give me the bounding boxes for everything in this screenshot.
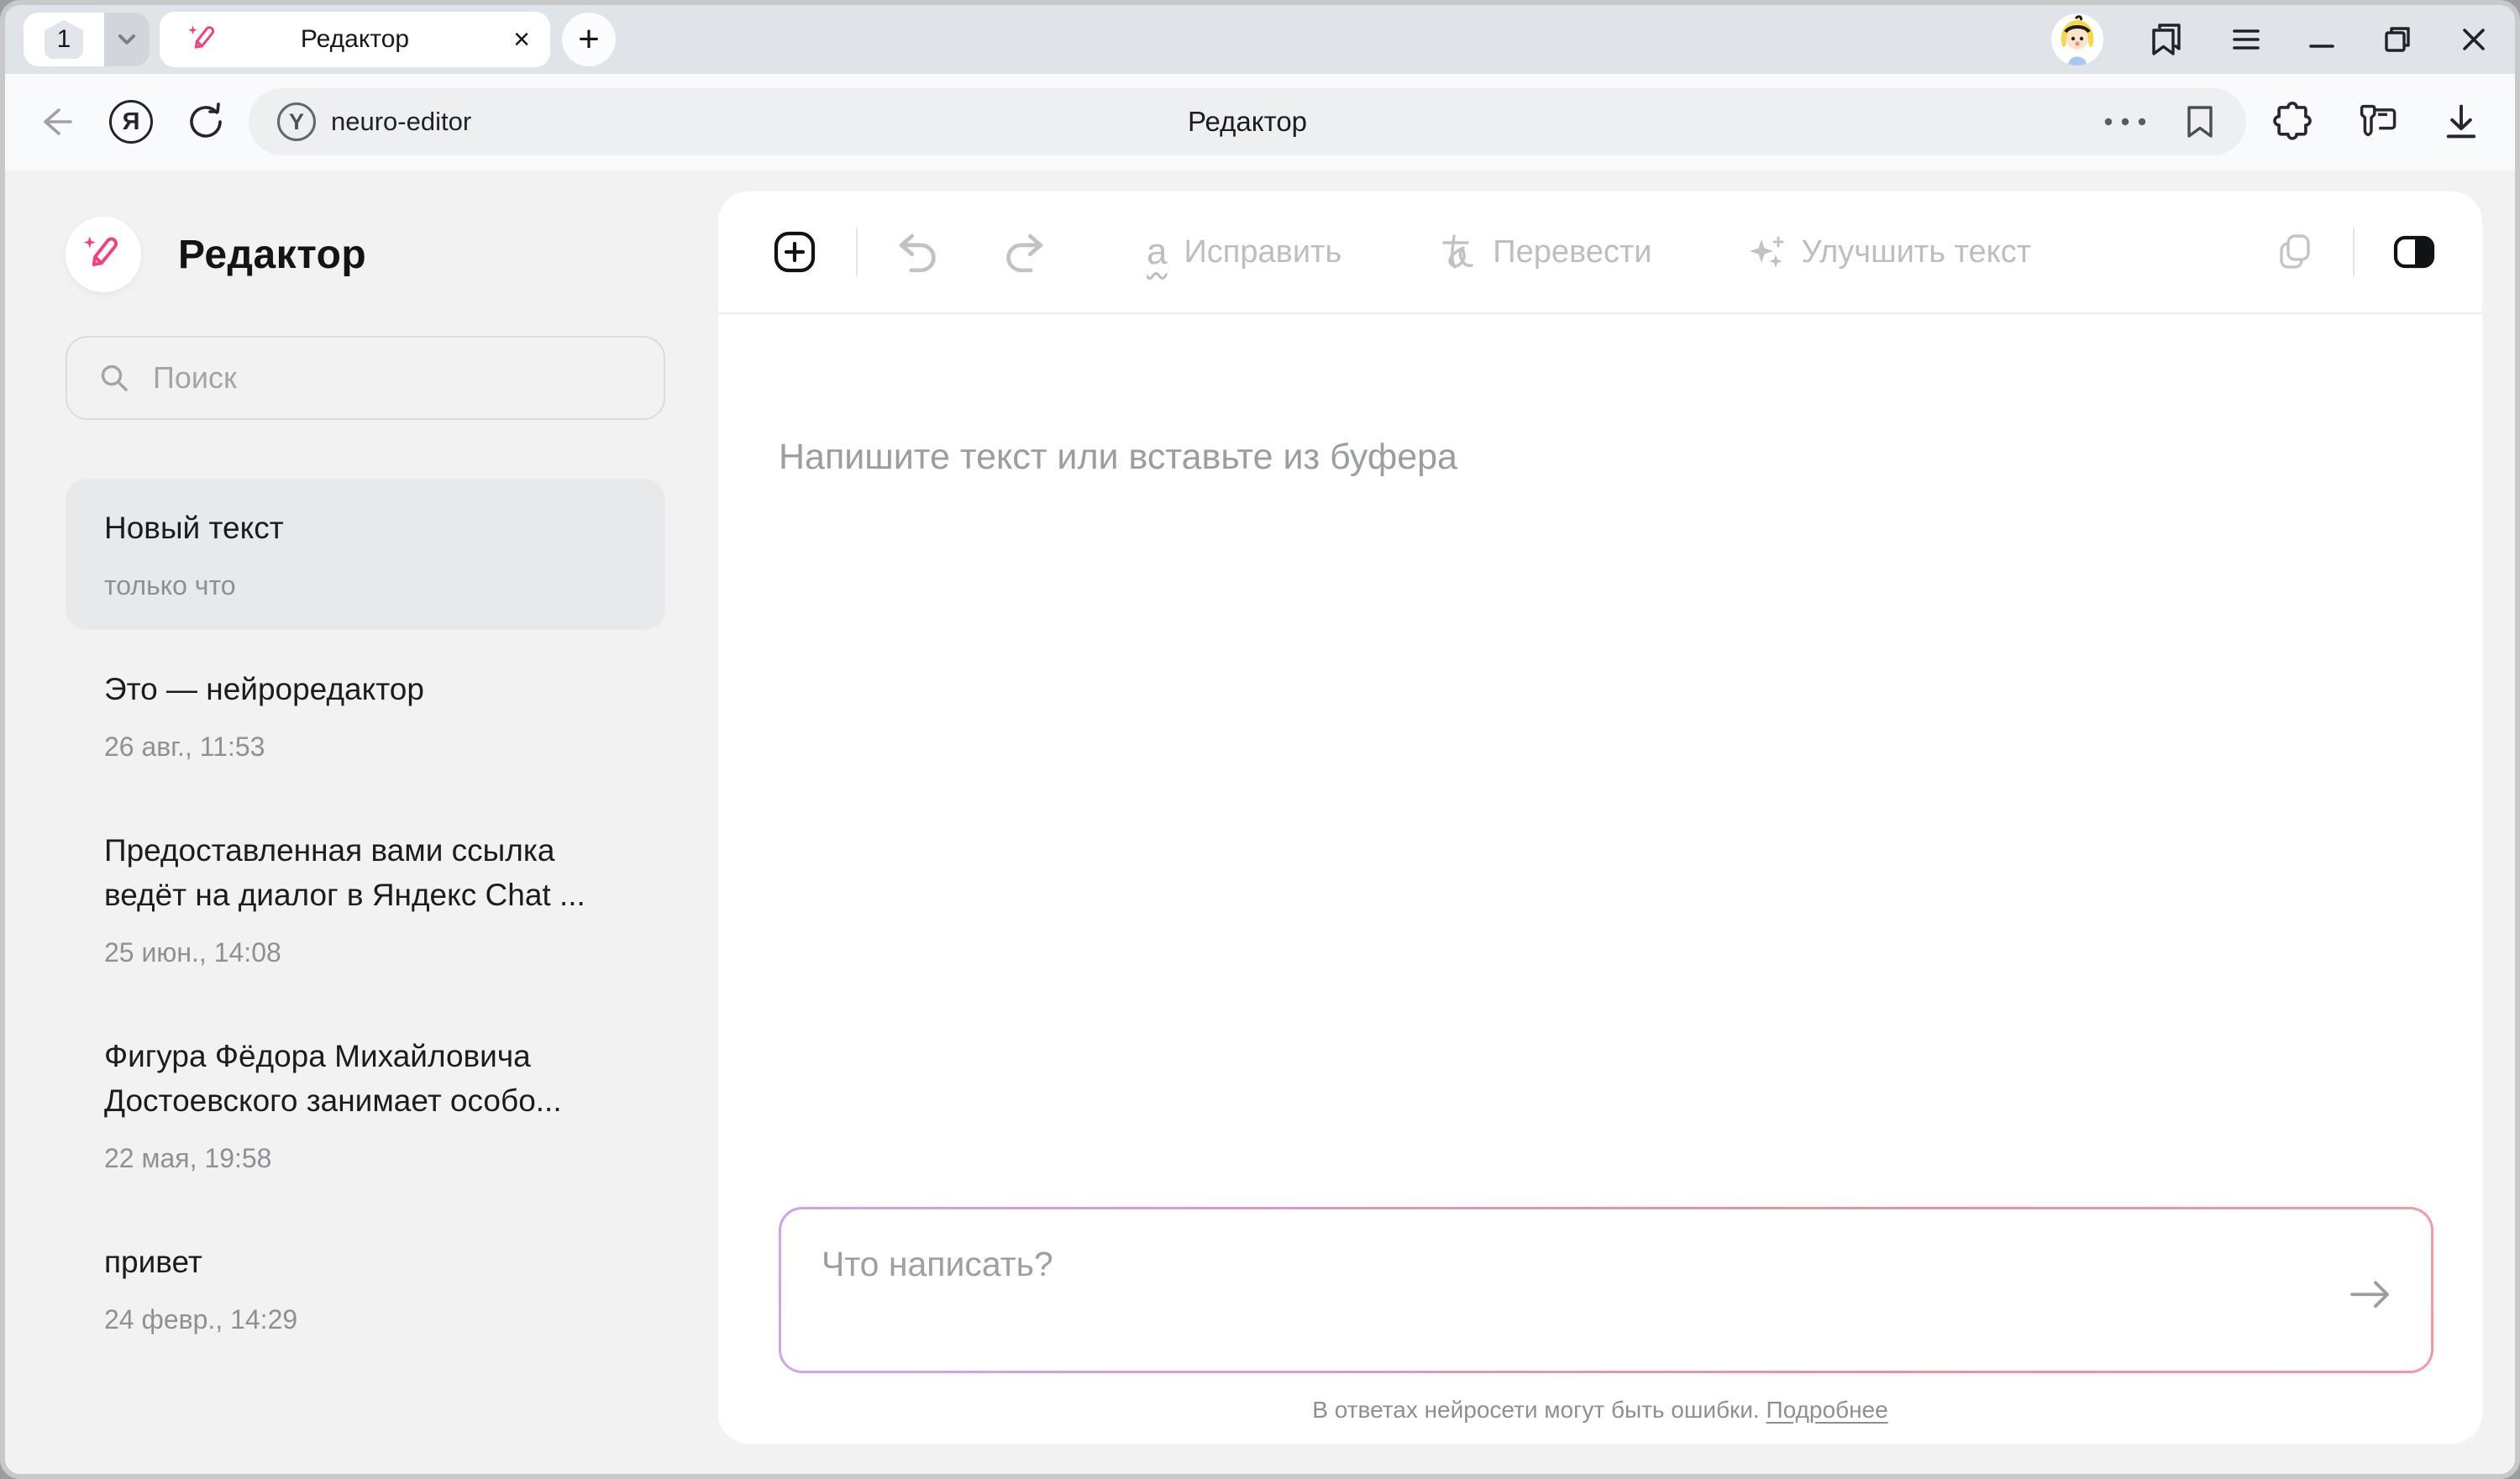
toolbar-divider — [856, 228, 858, 276]
chevron-down-icon — [113, 25, 141, 54]
tab-counter-shield: 1 — [45, 20, 83, 59]
passwords-key-icon[interactable] — [2355, 101, 2399, 143]
app-page: Редактор Новый текст только что Это — не… — [5, 170, 2515, 1474]
search-input[interactable] — [153, 360, 633, 396]
main-area: а Исправить Перевести — [670, 170, 2515, 1474]
doc-meta: только что — [104, 570, 627, 601]
details-link[interactable]: Подробнее — [1766, 1397, 1887, 1423]
app-logo-row: Редактор — [66, 217, 665, 292]
list-item[interactable]: Это — нейроредактор 26 авг., 11:53 — [66, 640, 665, 791]
address-row: Я Y neuro-editor Редактор — [5, 74, 2515, 170]
close-icon[interactable] — [2458, 24, 2490, 55]
editor-placeholder: Напишите текст или вставьте из буфера — [779, 437, 2422, 478]
fix-text-label: Исправить — [1184, 234, 1341, 270]
bookmark-icon[interactable] — [2182, 102, 2218, 141]
prompt-area — [718, 1207, 2482, 1373]
search-icon — [97, 361, 131, 395]
yandex-icon[interactable]: Я — [109, 100, 153, 144]
tab-list-dropdown[interactable] — [104, 13, 150, 66]
improve-text-label: Улучшить текст — [1802, 234, 2032, 270]
browser-tab-editor[interactable]: Редактор × — [160, 12, 550, 67]
address-bar[interactable]: Y neuro-editor Редактор — [249, 88, 2246, 155]
spellcheck-icon: а — [1147, 233, 1167, 270]
improve-text-button[interactable]: Улучшить текст — [1746, 233, 2032, 271]
back-icon[interactable] — [34, 100, 77, 144]
doc-meta: 25 июн., 14:08 — [104, 937, 627, 968]
doc-title: Это — нейроредактор — [104, 667, 627, 711]
window-controls — [2051, 13, 2490, 66]
panel-toggle-icon[interactable] — [2391, 233, 2437, 271]
disclaimer-text: В ответах нейросети могут быть ошибки. — [1312, 1397, 1766, 1423]
minimize-icon[interactable] — [2307, 24, 2337, 55]
reload-icon[interactable] — [185, 101, 227, 143]
translate-button[interactable]: Перевести — [1436, 232, 1651, 272]
list-item[interactable]: привет 24 февр., 14:29 — [66, 1213, 665, 1364]
tab-title: Редактор — [301, 25, 409, 54]
avatar[interactable] — [2051, 13, 2103, 66]
doc-title: привет — [104, 1240, 627, 1284]
send-arrow-icon[interactable] — [2347, 1276, 2394, 1313]
undo-button[interactable] — [895, 229, 940, 275]
document-list: Новый текст только что Это — нейроредакт… — [66, 479, 665, 1364]
doc-title: Фигура Фёдора Михайловича Достоевского з… — [104, 1034, 627, 1123]
ai-disclaimer: В ответах нейросети могут быть ошибки. П… — [718, 1373, 2482, 1444]
url-text: neuro-editor — [331, 107, 471, 137]
tab-counter-button[interactable]: 1 — [24, 13, 104, 66]
extensions-puzzle-icon[interactable] — [2271, 101, 2313, 143]
menu-icon[interactable] — [2229, 23, 2263, 56]
translate-icon — [1436, 232, 1476, 272]
doc-meta: 24 февр., 14:29 — [104, 1304, 627, 1335]
prompt-input[interactable] — [781, 1209, 2431, 1371]
tab-counter-value: 1 — [57, 25, 71, 54]
browser-window: 1 Редактор × + — [0, 0, 2520, 1479]
new-document-button[interactable] — [770, 228, 819, 276]
doc-title: Предоставленная вами ссылка ведёт на диа… — [104, 828, 627, 917]
tab-close-icon[interactable]: × — [513, 25, 530, 54]
page-title: Редактор — [1188, 106, 1307, 138]
bookmarks-panel-icon[interactable] — [2147, 20, 2186, 59]
search-box[interactable] — [66, 336, 665, 420]
browser-actions — [2271, 101, 2481, 143]
restore-icon[interactable] — [2381, 23, 2414, 56]
editor-card: а Исправить Перевести — [718, 191, 2482, 1444]
prompt-box — [779, 1207, 2433, 1373]
site-badge-icon: Y — [277, 102, 316, 141]
editor-surface[interactable]: Напишите текст или вставьте из буфера — [718, 314, 2482, 1207]
magic-pencil-icon — [186, 23, 220, 56]
redo-button[interactable] — [1002, 229, 1047, 275]
sparkles-icon — [1746, 233, 1785, 271]
doc-meta: 26 авг., 11:53 — [104, 732, 627, 763]
app-logo — [66, 217, 141, 292]
tab-counter-control: 1 — [24, 13, 150, 66]
more-icon[interactable] — [2102, 113, 2149, 130]
translate-label: Перевести — [1493, 234, 1651, 270]
list-item-new-text[interactable]: Новый текст только что — [66, 479, 665, 630]
list-item[interactable]: Предоставленная вами ссылка ведёт на диа… — [66, 801, 665, 997]
doc-title: Новый текст — [104, 506, 627, 550]
app-title: Редактор — [178, 232, 366, 278]
tab-bar: 1 Редактор × + — [5, 5, 2515, 74]
doc-meta: 22 мая, 19:58 — [104, 1143, 627, 1174]
sidebar: Редактор Новый текст только что Это — не… — [5, 170, 670, 1474]
fix-text-button[interactable]: а Исправить — [1147, 233, 1341, 270]
download-icon[interactable] — [2441, 101, 2481, 143]
address-bar-actions — [2102, 102, 2218, 141]
list-item[interactable]: Фигура Фёдора Михайловича Достоевского з… — [66, 1007, 665, 1203]
copy-icon[interactable] — [2274, 231, 2316, 273]
magic-pencil-icon — [81, 233, 125, 276]
new-tab-button[interactable]: + — [562, 13, 616, 66]
editor-toolbar: а Исправить Перевести — [718, 191, 2482, 314]
toolbar-divider — [2353, 228, 2355, 276]
